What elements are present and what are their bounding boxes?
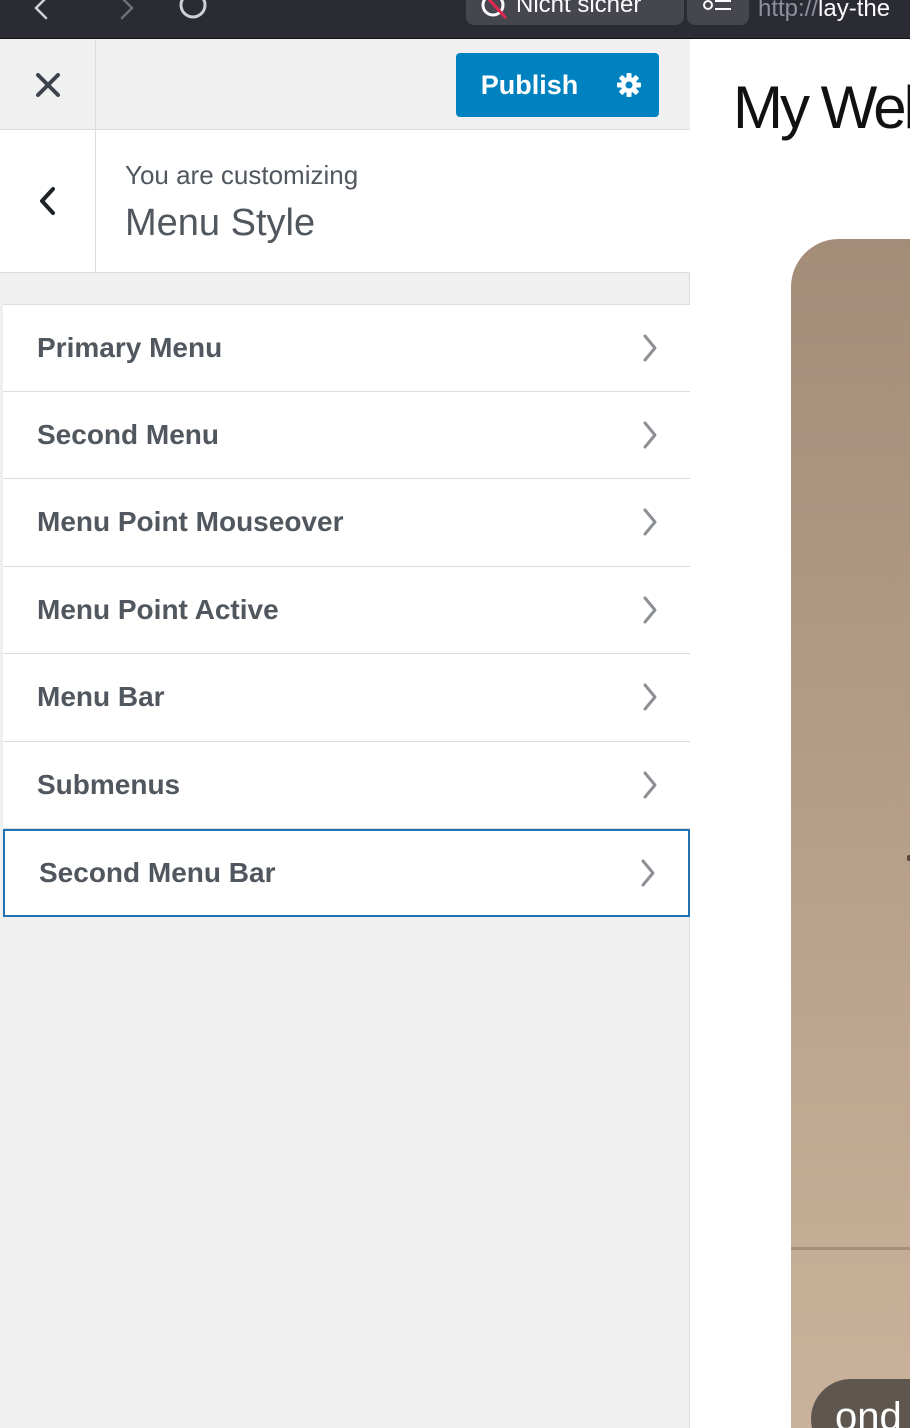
- chevron-right-icon: [643, 421, 657, 449]
- menu-item-menu-point-active[interactable]: Menu Point Active: [3, 566, 690, 654]
- menu-item-label: Second Menu: [37, 418, 220, 450]
- site-preview[interactable]: My Web ond: [691, 39, 910, 1428]
- insecure-lock-icon: [480, 0, 510, 25]
- permissions-button[interactable]: [687, 0, 749, 25]
- menu-item-second-menu[interactable]: Second Menu: [3, 391, 690, 479]
- url-scheme: http://: [758, 0, 819, 22]
- site-title[interactable]: My Web: [733, 73, 910, 142]
- menu-item-menu-point-mouseover[interactable]: Menu Point Mouseover: [3, 479, 690, 567]
- hero-image-edge: [791, 1247, 910, 1250]
- publish-settings-button[interactable]: [599, 53, 659, 117]
- close-customizer-button[interactable]: [0, 39, 96, 130]
- publish-group: Publish: [456, 53, 659, 117]
- customizing-label: You are customizing: [125, 160, 359, 190]
- reload-icon[interactable]: [176, 0, 210, 27]
- chevron-left-icon: [39, 187, 55, 215]
- chevron-right-icon: [643, 771, 657, 799]
- back-button[interactable]: [0, 130, 96, 272]
- menu-item-label: Primary Menu: [37, 331, 223, 363]
- customizer-header: Publish: [0, 39, 690, 130]
- menu-item-label: Menu Point Mouseover: [37, 506, 344, 538]
- url-field[interactable]: http://lay-the: [758, 0, 890, 24]
- customizer-sidebar: Publish You are customizing Menu Style P…: [0, 39, 690, 1428]
- menu-item-label: Menu Bar: [37, 681, 165, 713]
- security-indicator[interactable]: Nicht sicher: [466, 0, 684, 25]
- chevron-right-icon: [643, 683, 657, 711]
- permissions-icon: [703, 0, 731, 10]
- gear-icon: [617, 73, 641, 97]
- menu-item-second-menu-bar[interactable]: Second Menu Bar: [3, 829, 690, 917]
- menu-item-primary-menu[interactable]: Primary Menu: [3, 304, 690, 392]
- section-title: Menu Style: [125, 202, 316, 244]
- chevron-right-icon: [643, 508, 657, 536]
- url-host: lay-the: [818, 0, 891, 22]
- menu-item-label: Menu Point Active: [37, 593, 279, 625]
- close-icon: [35, 72, 60, 97]
- menu-item-label: Submenus: [37, 768, 181, 800]
- menu-style-list: Primary Menu Second Menu Menu Point Mous…: [3, 304, 690, 917]
- security-label: Nicht sicher: [516, 0, 642, 18]
- browser-toolbar: Nicht sicher http://lay-the: [0, 0, 910, 39]
- publish-button[interactable]: Publish: [456, 53, 599, 117]
- chevron-right-icon: [643, 334, 657, 362]
- section-heading: You are customizing Menu Style: [0, 130, 690, 273]
- back-arrow-icon[interactable]: [30, 0, 54, 25]
- chevron-right-icon: [643, 596, 657, 624]
- chevron-right-icon: [641, 859, 655, 887]
- preview-pill-button[interactable]: ond: [811, 1379, 910, 1428]
- menu-item-menu-bar[interactable]: Menu Bar: [3, 654, 690, 742]
- menu-item-submenus[interactable]: Submenus: [3, 741, 690, 829]
- menu-item-label: Second Menu Bar: [39, 856, 276, 888]
- forward-arrow-icon[interactable]: [114, 0, 138, 25]
